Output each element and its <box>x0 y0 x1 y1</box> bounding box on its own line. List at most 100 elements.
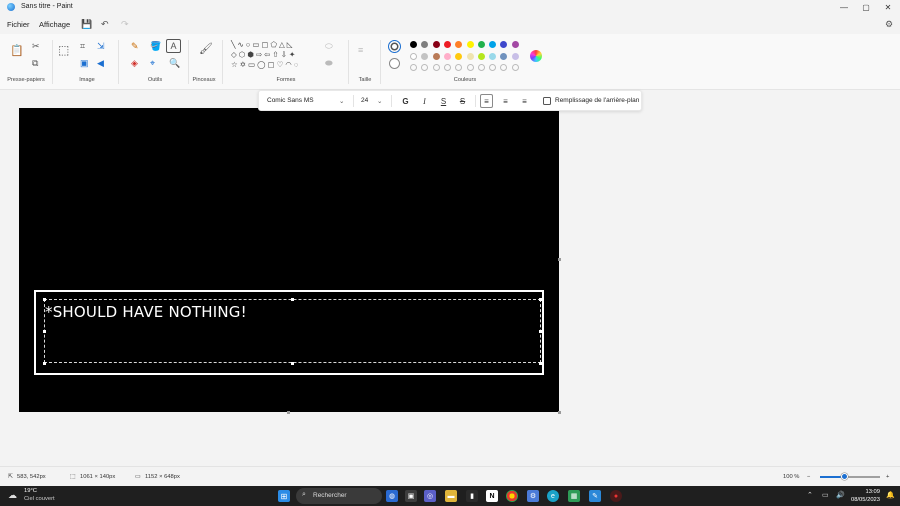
font-family-select[interactable]: Comic Sans MS <box>267 97 314 104</box>
volume-icon[interactable]: 🔊 <box>836 491 845 499</box>
align-left-icon[interactable]: ≡ <box>480 94 493 108</box>
palette-swatch[interactable] <box>500 41 508 48</box>
selection-handle[interactable] <box>43 298 46 301</box>
palette-swatch[interactable] <box>455 52 463 60</box>
custom-color-slot[interactable] <box>421 64 429 71</box>
underline-button[interactable]: S <box>437 94 450 108</box>
palette-swatch[interactable] <box>477 52 485 60</box>
custom-color-slot[interactable] <box>500 64 508 71</box>
weather-desc[interactable]: Ciel couvert <box>24 496 55 502</box>
palette-swatch[interactable] <box>421 41 429 48</box>
color2-selector[interactable] <box>389 58 400 69</box>
palette-swatch[interactable] <box>443 41 451 48</box>
zoom-slider-track[interactable] <box>820 473 880 480</box>
magnifier-icon[interactable]: 🔍 <box>169 59 180 68</box>
select-icon[interactable]: ⬚ <box>58 44 69 56</box>
palette-swatch[interactable] <box>511 52 519 60</box>
size-icon[interactable]: ≡ <box>358 46 363 55</box>
weather-temp[interactable]: 19°C <box>24 488 37 494</box>
chevron-down-icon[interactable]: ⌄ <box>339 97 344 105</box>
file-explorer-icon[interactable]: ▬ <box>445 490 457 502</box>
copy-icon[interactable]: ⧉ <box>32 59 38 68</box>
custom-color-slot[interactable] <box>443 64 451 71</box>
palette-swatch[interactable] <box>489 41 497 48</box>
display-icon[interactable]: ▭ <box>822 491 829 499</box>
custom-color-slot[interactable] <box>466 64 474 71</box>
chrome-icon[interactable] <box>506 490 518 502</box>
edit-colors-icon[interactable] <box>530 50 542 62</box>
canvas-resize-handle[interactable] <box>558 258 561 261</box>
windows-start-icon[interactable]: ⊞ <box>278 490 290 502</box>
pencil-icon[interactable]: ✎ <box>131 42 139 51</box>
task-view-icon[interactable]: ▣ <box>405 490 417 502</box>
font-size-select[interactable]: 24 <box>361 97 368 104</box>
notification-icon[interactable]: 🔔 <box>886 491 895 499</box>
undo-icon[interactable]: ↶ <box>101 19 109 30</box>
palette-swatch[interactable] <box>455 41 463 48</box>
custom-color-slot[interactable] <box>410 64 417 71</box>
align-right-icon[interactable]: ≡ <box>518 94 531 108</box>
resize-icon[interactable]: ⇲ <box>97 42 105 51</box>
media-icon[interactable]: ● <box>610 490 622 502</box>
background-fill-checkbox[interactable] <box>543 97 551 105</box>
selection-handle[interactable] <box>291 298 294 301</box>
color1-selector[interactable] <box>388 40 401 53</box>
maximize-button[interactable]: ▢ <box>855 0 877 14</box>
close-button[interactable]: ✕ <box>877 0 899 14</box>
canvas-resize-handle[interactable] <box>558 411 561 414</box>
chevron-down-icon[interactable]: ⌄ <box>377 97 382 105</box>
selection-handle[interactable] <box>291 362 294 365</box>
shapes-gallery[interactable]: ╲∿○▭▢⬠△◺ ◇⬡⬢⇨⇦⇧⇩✦ ☆✡▭◯▢♡◠◌ <box>231 40 313 74</box>
palette-swatch[interactable] <box>410 52 417 60</box>
zoom-out-icon[interactable]: − <box>807 474 810 480</box>
taskbar-search[interactable]: ⌕ Rechercher <box>296 488 382 504</box>
spreadsheet-icon[interactable]: ▦ <box>568 490 580 502</box>
palette-swatch[interactable] <box>466 41 474 48</box>
minimize-button[interactable]: — <box>833 0 855 14</box>
share-icon[interactable]: ⚙ <box>885 19 893 30</box>
shape-fill-icon[interactable]: ⬬ <box>325 59 333 68</box>
custom-color-slot[interactable] <box>477 64 485 71</box>
palette-swatch[interactable] <box>477 41 485 48</box>
teams-icon[interactable]: ◎ <box>424 490 436 502</box>
custom-color-slot[interactable] <box>455 64 463 71</box>
paint-taskbar-icon[interactable]: ✎ <box>589 490 601 502</box>
italic-button[interactable]: I <box>418 94 431 108</box>
eraser-icon[interactable]: ◈ <box>131 59 138 68</box>
menu-view[interactable]: Affichage <box>39 20 70 29</box>
palette-swatch[interactable] <box>511 41 519 48</box>
bold-button[interactable]: G <box>399 94 412 108</box>
image-select-icon[interactable]: ▣ <box>80 59 89 68</box>
brush-icon[interactable]: 🖌 <box>199 44 213 55</box>
selection-handle[interactable] <box>539 330 542 333</box>
fill-icon[interactable]: 🪣 <box>150 42 161 51</box>
terminal-icon[interactable]: ▮ <box>466 490 478 502</box>
clock-date[interactable]: 08/05/2023 <box>848 497 880 503</box>
zoom-slider-thumb[interactable] <box>840 473 848 480</box>
selection-handle[interactable] <box>43 330 46 333</box>
palette-swatch[interactable] <box>432 41 440 48</box>
custom-color-slot[interactable] <box>432 64 440 71</box>
selection-handle[interactable] <box>539 362 542 365</box>
menu-file[interactable]: Fichier <box>7 20 30 29</box>
paste-icon[interactable]: 📋 <box>10 46 24 57</box>
redo-icon[interactable]: ↷ <box>121 19 129 30</box>
outline-icon[interactable]: ⬭ <box>325 42 333 51</box>
zoom-in-icon[interactable]: + <box>886 474 889 480</box>
widgets-icon[interactable]: ◍ <box>386 490 398 502</box>
custom-color-slot[interactable] <box>489 64 497 71</box>
cut-icon[interactable]: ✂ <box>32 42 40 51</box>
custom-color-slot[interactable] <box>511 64 519 71</box>
notion-icon[interactable]: N <box>486 490 498 502</box>
selection-handle[interactable] <box>43 362 46 365</box>
color-picker-icon[interactable]: ⌖ <box>150 59 155 68</box>
canvas-resize-handle[interactable] <box>287 411 290 414</box>
save-icon[interactable]: 💾 <box>81 19 92 30</box>
palette-swatch[interactable] <box>466 52 474 60</box>
palette-swatch[interactable] <box>489 52 497 60</box>
edge-icon[interactable]: e <box>547 490 559 502</box>
selection-handle[interactable] <box>539 298 542 301</box>
strikethrough-button[interactable]: S <box>456 94 469 108</box>
palette-swatch[interactable] <box>432 52 440 60</box>
crop-icon[interactable]: ⌗ <box>80 42 85 51</box>
